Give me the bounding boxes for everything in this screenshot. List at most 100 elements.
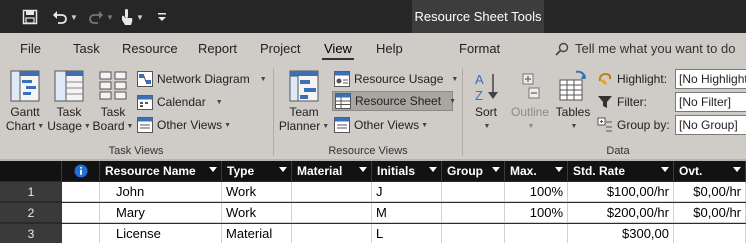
cell-material[interactable] — [292, 224, 372, 243]
team-planner-label-1: Team — [289, 105, 319, 119]
resource-sheet-label: Resource Sheet — [355, 94, 442, 108]
cell-max[interactable]: 100% — [505, 182, 568, 202]
cell-resource-name[interactable]: John — [100, 182, 222, 202]
indicators-column-header[interactable] — [62, 161, 100, 181]
sort-label: Sort — [474, 105, 497, 119]
cell-std-rate[interactable]: $200,00/hr — [568, 203, 674, 223]
cell-std-rate[interactable]: $100,00/hr — [568, 182, 674, 202]
redo-icon — [89, 11, 104, 24]
task-board-button[interactable]: Task Board ▼ — [92, 70, 134, 134]
column-header-type[interactable]: Type — [222, 161, 292, 181]
group-by-label-row: Group by: — [597, 115, 670, 135]
column-header-std-rate[interactable]: Std. Rate — [568, 161, 674, 181]
customize-qat-button[interactable] — [155, 7, 169, 27]
tables-button[interactable]: Tables ▼ — [552, 70, 594, 134]
cell-max[interactable]: 100% — [505, 203, 568, 223]
cell-initials[interactable]: M — [372, 203, 442, 223]
tab-resource[interactable]: Resource — [122, 33, 178, 64]
cell-initials[interactable]: J — [372, 182, 442, 202]
outline-button[interactable]: Outline ▼ — [508, 70, 552, 134]
cell-group[interactable] — [442, 203, 505, 223]
tab-file[interactable]: File — [20, 33, 41, 64]
task-usage-button[interactable]: Task Usage ▼ — [46, 70, 92, 134]
row-number[interactable]: 3 — [0, 224, 62, 243]
indicator-cell[interactable] — [62, 182, 100, 202]
highlight-label-row: Highlight: — [597, 69, 667, 89]
tab-view[interactable]: View — [322, 33, 354, 64]
chevron-down-icon: ▼ — [215, 98, 223, 106]
title-bar: ▼ ▼ ▼ Resource Sheet Tools — [0, 0, 746, 33]
column-header-max[interactable]: Max. — [505, 161, 568, 181]
column-header-material[interactable]: Material — [292, 161, 372, 181]
tell-me-search[interactable]: Tell me what you want to do — [555, 33, 735, 64]
gantt-chart-button[interactable]: Gantt Chart ▼ — [4, 70, 46, 134]
redo-button[interactable]: ▼ — [86, 7, 116, 27]
save-icon[interactable] — [20, 7, 40, 27]
cell-resource-name[interactable]: Mary — [100, 203, 222, 223]
cell-initials[interactable]: L — [372, 224, 442, 243]
filter-icon — [598, 96, 612, 108]
calendar-button[interactable]: Calendar ▼ — [137, 92, 223, 112]
team-planner-button[interactable]: Team Planner ▼ — [278, 70, 330, 134]
filter-dropdown-icon — [359, 167, 367, 172]
cell-group[interactable] — [442, 182, 505, 202]
indicator-cell[interactable] — [62, 203, 100, 223]
search-icon — [555, 42, 569, 56]
filter-dropdown-icon — [429, 167, 437, 172]
cell-std-rate[interactable]: $300,00 — [568, 224, 674, 243]
task-usage-icon — [54, 70, 84, 102]
ribbon-tabs: File Task Resource Report Project View H… — [0, 33, 746, 64]
select-all-corner[interactable] — [0, 161, 62, 181]
cell-type[interactable]: Work — [222, 182, 292, 202]
column-header-ovt[interactable]: Ovt. — [674, 161, 746, 181]
filter-dropdown-icon — [209, 167, 217, 172]
cell-material[interactable] — [292, 182, 372, 202]
other-task-views-label: Other Views — [157, 118, 223, 132]
column-header-initials[interactable]: Initials — [372, 161, 442, 181]
team-planner-icon — [289, 70, 319, 102]
indicator-cell[interactable] — [62, 224, 100, 243]
cell-group[interactable] — [442, 224, 505, 243]
tab-format[interactable]: Format — [459, 33, 500, 64]
highlight-select[interactable]: [No Highlight] — [675, 69, 746, 89]
resource-usage-button[interactable]: Resource Usage ▼ — [334, 69, 458, 89]
resource-sheet-button[interactable]: Resource Sheet ▼ — [332, 91, 456, 111]
row-number[interactable]: 2 — [0, 203, 62, 223]
filter-select[interactable]: [No Filter] — [675, 92, 746, 112]
column-header-group[interactable]: Group — [442, 161, 505, 181]
chevron-down-icon: ▼ — [421, 121, 429, 129]
outline-label: Outline — [510, 105, 550, 119]
tab-report[interactable]: Report — [198, 33, 237, 64]
cell-max[interactable] — [505, 224, 568, 243]
chevron-down-icon: ▼ — [570, 122, 578, 130]
contextual-tools-title: Resource Sheet Tools — [412, 0, 544, 33]
other-resource-views-button[interactable]: Other Views ▼ — [334, 115, 428, 135]
chevron-down-icon: ▼ — [106, 12, 114, 22]
tab-project[interactable]: Project — [260, 33, 300, 64]
cell-resource-name[interactable]: License — [100, 224, 222, 243]
column-header-resource-name[interactable]: Resource Name — [100, 161, 222, 181]
undo-button[interactable]: ▼ — [50, 7, 80, 27]
cell-ovt[interactable] — [674, 224, 746, 243]
svg-text:Z: Z — [475, 88, 483, 102]
resource-views-group-label: Resource Views — [328, 145, 408, 157]
cell-type[interactable]: Material — [222, 224, 292, 243]
cell-material[interactable] — [292, 203, 372, 223]
gantt-chart-label-1: Gantt — [10, 105, 40, 119]
highlight-icon — [598, 72, 612, 85]
chevron-down-icon: ▼ — [136, 12, 144, 22]
row-number[interactable]: 1 — [0, 182, 62, 202]
tables-label: Tables — [555, 105, 591, 119]
sort-button[interactable]: AZ Sort ▼ — [466, 70, 506, 134]
tab-help[interactable]: Help — [376, 33, 403, 64]
cell-type[interactable]: Work — [222, 203, 292, 223]
tab-task[interactable]: Task — [73, 33, 100, 64]
highlight-label: Highlight: — [617, 72, 668, 86]
other-resource-views-label: Other Views — [354, 118, 420, 132]
network-diagram-button[interactable]: Network Diagram ▼ — [137, 69, 267, 89]
touch-mode-button[interactable]: ▼ — [118, 7, 146, 27]
other-task-views-button[interactable]: Other Views ▼ — [137, 115, 231, 135]
cell-ovt[interactable]: $0,00/hr — [674, 182, 746, 202]
group-by-select[interactable]: [No Group] — [675, 115, 746, 135]
cell-ovt[interactable]: $0,00/hr — [674, 203, 746, 223]
